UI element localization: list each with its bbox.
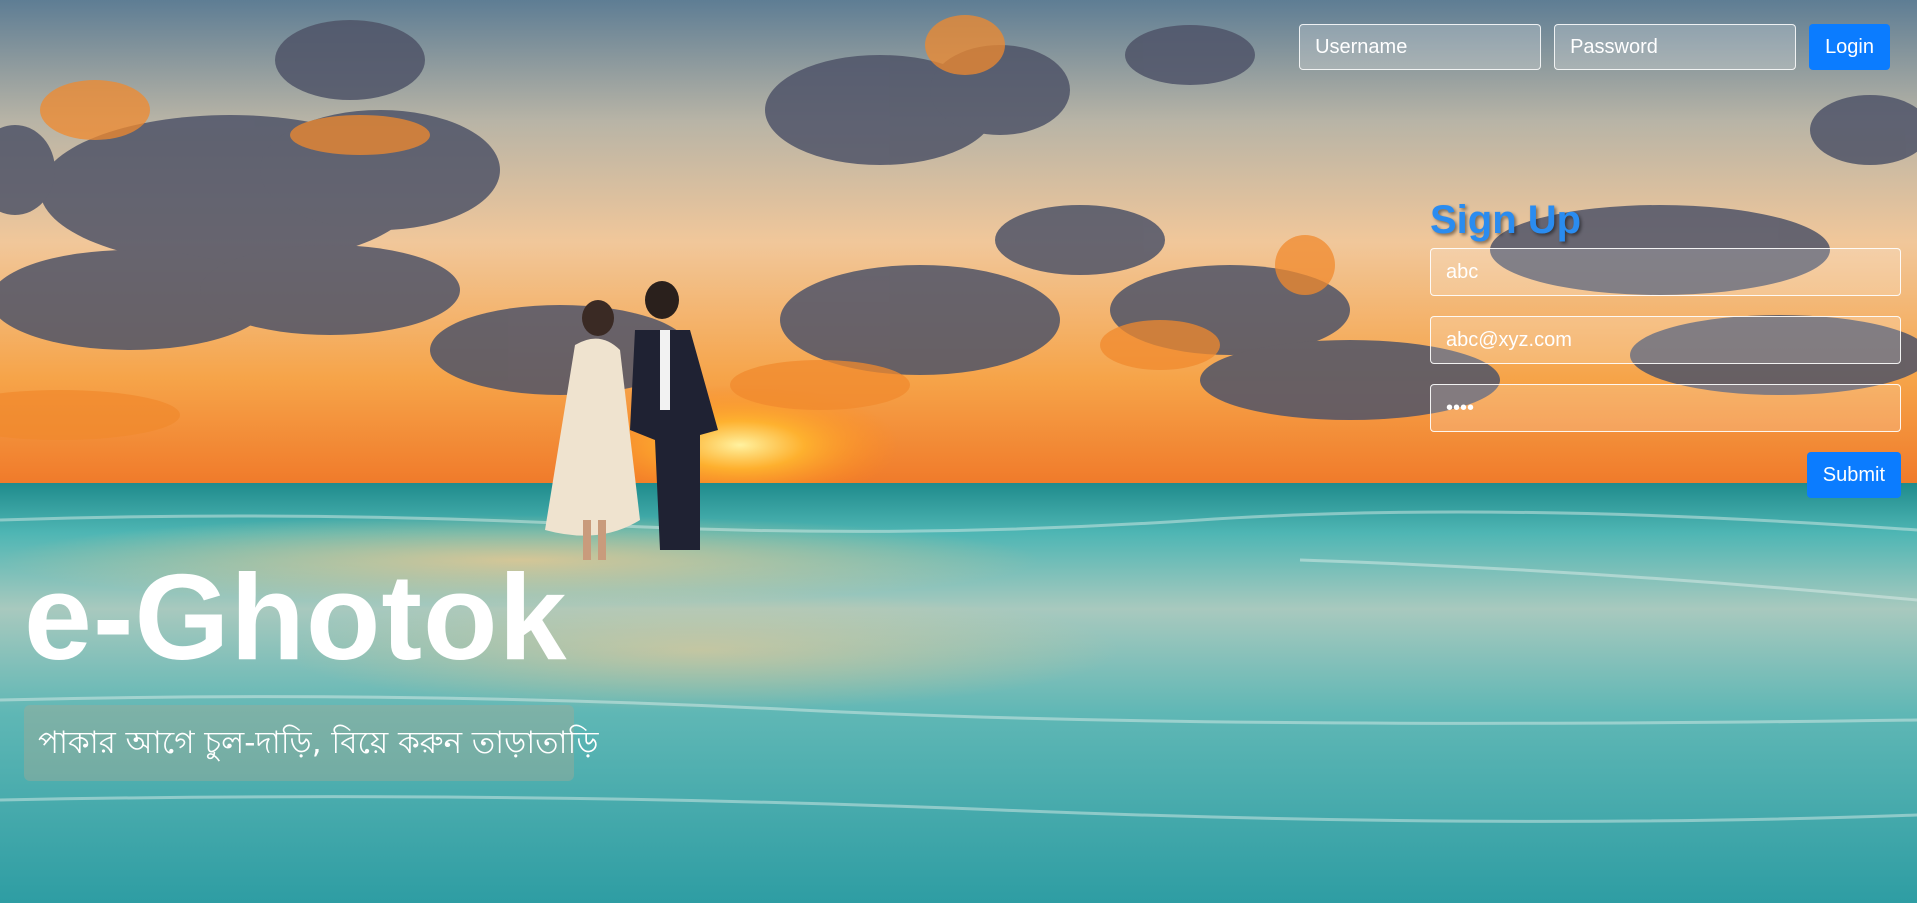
password-input[interactable] bbox=[1554, 24, 1797, 70]
username-input[interactable] bbox=[1299, 24, 1542, 70]
login-button[interactable]: Login bbox=[1809, 24, 1890, 70]
landing-page: Login Sign Up Submit e-Ghotok পাকার আগে … bbox=[0, 0, 1917, 903]
signup-form: Sign Up Submit bbox=[1430, 200, 1901, 498]
signup-email-input[interactable] bbox=[1430, 316, 1901, 364]
signup-name-input[interactable] bbox=[1430, 248, 1901, 296]
login-bar: Login bbox=[1299, 24, 1890, 70]
brand-title: e-Ghotok bbox=[24, 549, 568, 685]
signup-title: Sign Up bbox=[1430, 198, 1582, 242]
submit-row: Submit bbox=[1430, 452, 1901, 498]
submit-button[interactable]: Submit bbox=[1806, 452, 1901, 498]
tagline: পাকার আগে চুল-দাড়ি, বিয়ে করুন তাড়াতাড… bbox=[24, 705, 599, 781]
signup-password-input[interactable] bbox=[1430, 384, 1901, 432]
